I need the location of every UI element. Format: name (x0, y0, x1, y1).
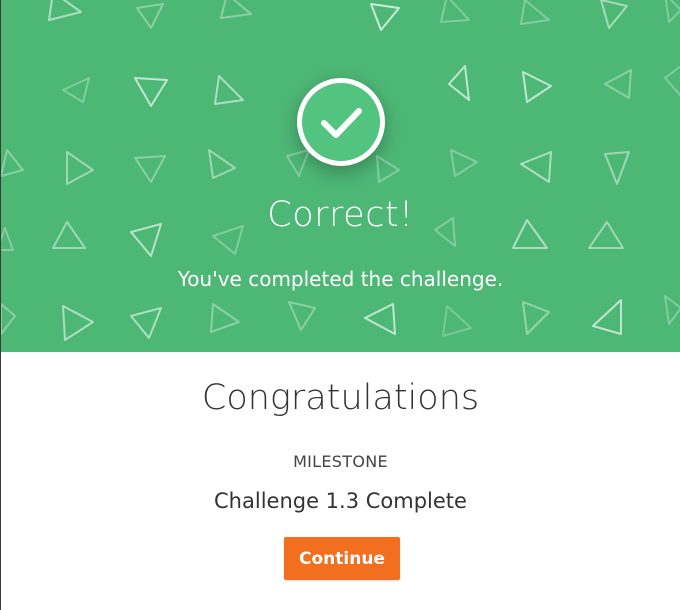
triangle-pattern-background (1, 0, 680, 341)
milestone-value: Challenge 1.3 Complete (214, 489, 467, 513)
congratulations-heading: Congratulations (201, 378, 480, 418)
continue-button[interactable]: Continue (284, 537, 400, 580)
result-title: Correct! (267, 195, 414, 235)
success-badge (297, 78, 385, 166)
checkmark-icon (321, 108, 362, 138)
challenge-complete-modal: Correct! You've completed the challenge.… (0, 0, 680, 610)
result-subtitle: You've completed the challenge. (177, 267, 504, 291)
milestone-label: MILESTONE (293, 452, 388, 471)
success-banner: Correct! You've completed the challenge. (1, 0, 680, 352)
